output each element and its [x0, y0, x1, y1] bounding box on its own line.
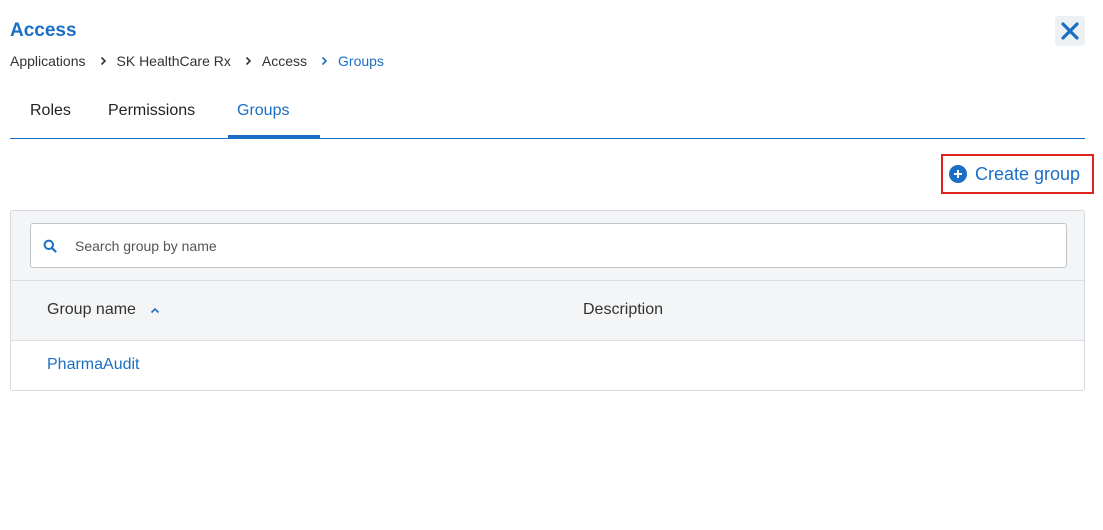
- page-title: Access: [10, 20, 77, 41]
- groups-panel: Group name Description PharmaAudit: [10, 210, 1085, 391]
- breadcrumb-item-groups: Groups: [338, 53, 384, 69]
- table-row: PharmaAudit: [11, 341, 1084, 390]
- column-header-group-name[interactable]: Group name: [47, 301, 160, 319]
- breadcrumb-item-app[interactable]: SK HealthCare Rx: [117, 53, 231, 69]
- create-group-button[interactable]: Create group: [941, 154, 1094, 194]
- search-field[interactable]: [30, 223, 1067, 268]
- close-button[interactable]: [1055, 16, 1085, 46]
- breadcrumb-item-access[interactable]: Access: [262, 53, 307, 69]
- tab-bar: Roles Permissions Groups: [10, 88, 1085, 139]
- chevron-right-icon: [100, 56, 107, 66]
- create-group-label: Create group: [975, 163, 1081, 184]
- search-input[interactable]: [75, 237, 975, 254]
- close-icon: [1061, 22, 1079, 40]
- column-header-label: Group name: [47, 301, 136, 318]
- search-icon: [43, 239, 57, 253]
- breadcrumb: Applications SK HealthCare Rx Access Gro…: [10, 53, 384, 69]
- active-tab-indicator: [228, 135, 320, 139]
- table-header: Group name Description: [11, 281, 1084, 341]
- column-header-description: Description: [583, 301, 664, 318]
- breadcrumb-item-applications[interactable]: Applications: [10, 53, 86, 69]
- tab-roles[interactable]: Roles: [30, 102, 71, 120]
- group-name-link[interactable]: PharmaAudit: [47, 356, 140, 374]
- sort-ascending-icon: [150, 307, 160, 314]
- chevron-right-icon: [321, 56, 328, 66]
- tab-permissions[interactable]: Permissions: [108, 102, 195, 120]
- tab-groups[interactable]: Groups: [237, 102, 289, 120]
- search-bar: [11, 211, 1084, 281]
- chevron-right-icon: [245, 56, 252, 66]
- plus-circle-icon: [949, 165, 967, 183]
